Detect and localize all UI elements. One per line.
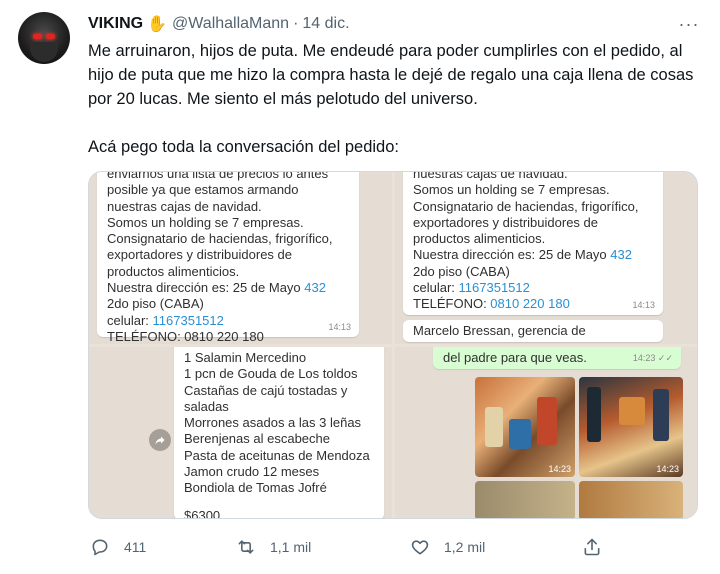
media-image-2[interactable]: nuestras cajas de navidad. Somos un hold… [395, 172, 697, 344]
tweet-paragraph-2: Acá pego toda la conversación del pedido… [88, 138, 399, 156]
chat-cell: celular: 1167351512 [413, 280, 653, 296]
chat-bubble: enviarnos una lista de precios lo antes … [97, 172, 359, 344]
tweet-text: Me arruinaron, hijos de puta. Me endeudé… [88, 39, 708, 159]
address-number-link: 432 [610, 247, 632, 263]
share-forward-icon [149, 429, 171, 451]
chat-bubble-order: 1 Salamin Mercedino 1 pcn de Gouda de Lo… [174, 347, 384, 519]
chat-line: Somos un holding se 7 empresas. [413, 182, 610, 198]
order-item: Morrones asados a las 3 leñas [184, 415, 362, 431]
chat-phone: TELÉFONO: 0810 220 180 [107, 328, 264, 344]
chat-line: Marcelo Bressan, gerencia de [413, 323, 586, 338]
tweet-header: VIKING ✋ @WalhallaMann · 14 dic. [88, 13, 350, 35]
share-icon [584, 538, 600, 556]
order-item: 1 Salamin Mercedino [184, 350, 307, 365]
chat-cell: celular: 1167351512 [107, 313, 349, 329]
chat-bubble-next: Marcelo Bressan, gerencia de [403, 320, 663, 342]
chat-line: productos alimenticios. [107, 263, 240, 279]
chat-line: productos alimenticios. [413, 231, 546, 247]
tweet-paragraph-1: Me arruinaron, hijos de puta. Me endeudé… [88, 42, 694, 108]
order-item: Castañas de cajú tostadas y [184, 382, 348, 398]
order-item: Pasta de aceitunas de Mendoza [184, 447, 370, 463]
order-item: 1 pcn de Gouda de Los toldos [184, 366, 358, 382]
share-button[interactable] [582, 528, 602, 566]
reply-icon [92, 539, 108, 556]
chat-line: Consignatario de haciendas, frigorífico, [413, 198, 639, 214]
order-item: Bondiola de Tomas Jofré [184, 480, 327, 496]
order-item: Berenjenas al escabeche [184, 431, 330, 447]
author-handle[interactable]: @WalhallaMann [172, 15, 289, 33]
chat-bubble: nuestras cajas de navidad. Somos un hold… [403, 172, 663, 315]
heart-icon [411, 540, 429, 555]
avatar[interactable] [18, 12, 70, 64]
chat-address: Nuestra dirección es: 25 de Mayo 432 [413, 247, 653, 263]
order-price: $6300 [184, 507, 221, 519]
avatar-eye-right [46, 34, 55, 39]
retweet-button[interactable]: 1,1 mil [236, 528, 311, 566]
separator-dot: · [293, 15, 299, 32]
chat-line: Consignatario de haciendas, frigorífico, [107, 231, 333, 247]
chat-bubble-outgoing: del padre para que veas. 14:23 ✓✓ [433, 347, 681, 369]
cell-number-link: 1167351512 [152, 312, 224, 328]
retweet-icon [238, 540, 254, 554]
chat-line: enviarnos una lista de precios lo antes [107, 172, 329, 181]
chat-line: del padre para que veas. [443, 350, 587, 365]
address-prefix: Nuestra dirección es: 25 de Mayo [413, 247, 611, 263]
tweet[interactable]: VIKING ✋ @WalhallaMann · 14 dic. ··· Me … [0, 0, 720, 574]
reply-count: 411 [124, 539, 147, 555]
order-item: Jamon crudo 12 meses [184, 464, 320, 480]
author-name[interactable]: VIKING [88, 15, 143, 33]
photo-time: 14:23 [656, 464, 679, 474]
photo-time: 14:23 [548, 464, 571, 474]
chat-line: exportadores y distribuidores de [107, 247, 292, 263]
gift-box-photo-3 [475, 481, 575, 518]
media-grid: enviarnos una lista de precios lo antes … [88, 171, 698, 519]
chat-floor: 2do piso (CABA) [107, 296, 204, 312]
chat-address: Nuestra dirección es: 25 de Mayo 432 [107, 280, 349, 296]
media-image-4[interactable]: del padre para que veas. 14:23 ✓✓ 14:23 … [395, 347, 697, 518]
chat-line: Somos un holding se 7 empresas. [107, 214, 304, 230]
address-prefix: Nuestra dirección es: 25 de Mayo [107, 280, 305, 296]
chat-line: exportadores y distribuidores de [413, 214, 598, 230]
like-button[interactable]: 1,2 mil [410, 528, 485, 566]
raised-hand-emoji: ✋ [147, 16, 168, 33]
cell-number-link: 1167351512 [458, 280, 530, 296]
message-time: 14:13 [328, 321, 351, 332]
chat-line: nuestras cajas de navidad. [107, 198, 262, 214]
gift-box-photo-4 [579, 481, 683, 518]
order-item: saladas [184, 398, 229, 414]
address-number-link: 432 [304, 280, 326, 296]
phone-label: TELÉFONO: [413, 296, 491, 312]
phone-number-link: 0810 220 180 [490, 296, 570, 312]
retweet-count: 1,1 mil [270, 539, 312, 555]
gift-box-photo-2: 14:23 [579, 377, 683, 477]
message-time: 14:23 ✓✓ [632, 353, 673, 363]
chat-phone: TELÉFONO: 0810 220 180 [413, 296, 653, 312]
chat-line: nuestras cajas de navidad. [413, 172, 568, 181]
reply-button[interactable]: 411 [90, 528, 146, 566]
tweet-date[interactable]: 14 dic. [302, 15, 349, 33]
media-image-1[interactable]: enviarnos una lista de precios lo antes … [89, 172, 392, 344]
media-image-3[interactable]: 1 Salamin Mercedino 1 pcn de Gouda de Lo… [89, 347, 392, 519]
cell-label: celular: [413, 280, 459, 296]
like-count: 1,2 mil [444, 539, 486, 555]
tweet-actions: 411 1,1 mil 1,2 mil [88, 528, 700, 566]
avatar-beard [30, 42, 58, 62]
more-options-icon[interactable]: ··· [676, 12, 702, 36]
chat-line: posible ya que estamos armando [107, 182, 299, 198]
cell-label: celular: [107, 312, 153, 328]
gift-box-photo-1: 14:23 [475, 377, 575, 477]
message-time: 14:13 [632, 299, 655, 310]
chat-floor: 2do piso (CABA) [413, 263, 510, 279]
avatar-eye-left [33, 34, 42, 39]
